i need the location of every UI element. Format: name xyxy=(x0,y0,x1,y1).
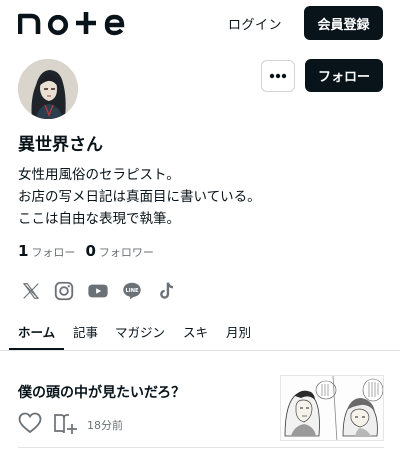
tab-articles[interactable]: 記事 xyxy=(73,322,98,341)
x-icon[interactable] xyxy=(20,280,44,304)
following-count: 1 xyxy=(18,242,29,260)
follow-button[interactable]: フォロー xyxy=(305,59,383,92)
tab-monthly[interactable]: 月別 xyxy=(226,322,251,341)
bio-line: お店の写メ日記は真面目に書いている。 xyxy=(18,189,261,205)
login-link[interactable]: ログイン xyxy=(228,14,282,33)
magazine-add-icon[interactable] xyxy=(53,412,77,440)
article-thumbnail[interactable] xyxy=(280,375,384,441)
avatar-illustration xyxy=(18,59,78,119)
youtube-icon[interactable] xyxy=(86,280,110,304)
profile-bio: 女性用風俗のセラピスト。 お店の写メ日記は真面目に書いている。 ここは自由な表現… xyxy=(18,164,261,230)
tab-home[interactable]: ホーム xyxy=(18,322,55,341)
article-time: 18分前 xyxy=(87,419,123,432)
article-divider xyxy=(18,447,384,448)
profile-name: 異世界さん xyxy=(18,135,103,155)
tab-magazines[interactable]: マガジン xyxy=(115,322,165,341)
profile-tabs: ホーム 記事 マガジン スキ 月別 xyxy=(0,319,400,351)
like-icon[interactable] xyxy=(18,412,42,438)
tab-likes[interactable]: スキ xyxy=(183,322,208,341)
header: ログイン 会員登録 xyxy=(0,0,400,48)
tiktok-icon[interactable] xyxy=(156,280,180,304)
followers-label: フォロワー xyxy=(98,246,154,259)
note-logo[interactable] xyxy=(18,6,128,36)
more-icon xyxy=(269,73,287,79)
followers-count: 0 xyxy=(85,242,96,260)
more-options-button[interactable] xyxy=(261,60,295,92)
signup-button[interactable]: 会員登録 xyxy=(304,6,383,40)
followers-link[interactable]: 0 フォロワー xyxy=(85,242,154,260)
svg-text:LINE: LINE xyxy=(126,288,139,294)
following-label: フォロー xyxy=(31,246,76,259)
following-link[interactable]: 1 フォロー xyxy=(18,242,76,260)
instagram-icon[interactable] xyxy=(53,280,77,304)
bio-line: ここは自由な表現で執筆。 xyxy=(18,211,180,227)
line-icon[interactable]: LINE xyxy=(121,280,145,304)
avatar[interactable] xyxy=(18,59,78,119)
bio-line: 女性用風俗のセラピスト。 xyxy=(18,167,180,183)
active-tab-indicator xyxy=(9,348,64,350)
manga-thumbnail-image xyxy=(281,376,383,440)
article-title[interactable]: 僕の頭の中が見たいだろ？ xyxy=(18,382,185,402)
follow-stats: 1 フォロー 0 フォロワー xyxy=(18,242,154,260)
